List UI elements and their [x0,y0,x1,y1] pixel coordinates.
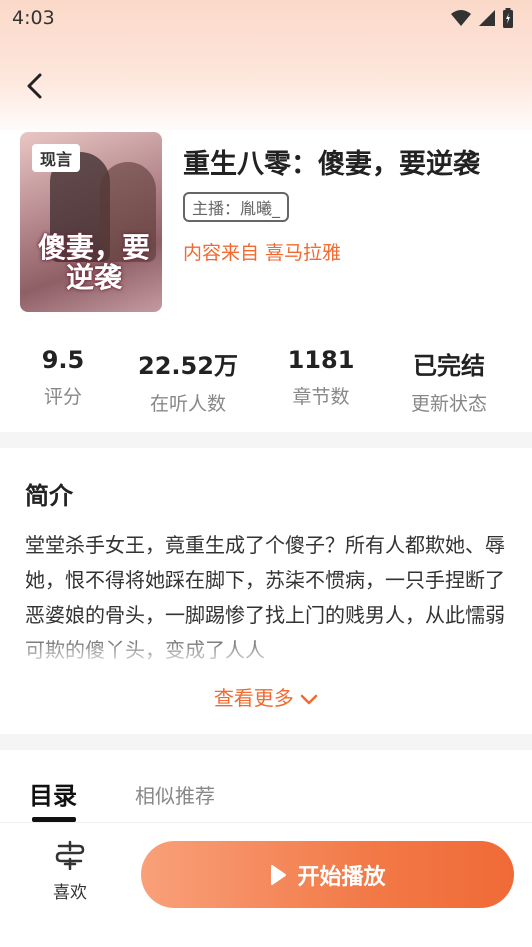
stat-label: 在听人数 [149,393,226,415]
tab-catalog[interactable]: 目录 [29,776,77,811]
stat-value: 22.52万 [138,352,238,380]
wifi-icon [451,10,471,26]
like-icon [55,840,85,871]
stat-rating: 9.5 评分 [36,346,90,409]
status-bar: 4:03 [0,0,532,36]
stat-value: 9.5 [41,346,85,374]
stat-listeners: 22.52万 在听人数 [136,346,240,416]
signal-icon [479,10,495,26]
chevron-down-icon [300,694,318,704]
intro-heading: 简介 [25,482,73,510]
status-icons [450,8,514,28]
chevron-left-icon [27,73,42,99]
start-play-label: 开始播放 [297,864,386,890]
like-button[interactable]: 喜欢 [40,840,100,910]
like-label: 喜欢 [53,883,87,903]
stat-value: 已完结 [413,352,485,380]
cover-title-art: 傻妻，要逆袭 [37,231,150,294]
narrator-label: 主播：胤曦_ [192,199,281,218]
back-button[interactable] [16,66,52,106]
view-more-label: 查看更多 [213,686,294,710]
stat-value: 1181 [287,346,355,374]
stat-label: 更新状态 [410,393,487,415]
view-more-button[interactable]: 查看更多 [0,682,532,711]
battery-icon [503,8,513,28]
content-source: 内容来自 喜马拉雅 [183,242,342,264]
stat-label: 章节数 [292,386,350,408]
stat-label: 评分 [43,386,82,408]
stat-update-status: 已完结 更新状态 [404,346,494,416]
book-title: 重生八零：傻妻，要逆袭 [183,149,480,180]
start-play-button[interactable]: 开始播放 [141,841,514,908]
status-time: 4:03 [12,7,55,29]
cover-genre-tag: 现言 [32,144,81,172]
book-cover[interactable]: 现言 傻妻，要逆袭 [20,132,162,312]
intro-fade-overlay [0,626,532,682]
play-icon [271,864,287,885]
tab-similar[interactable]: 相似推荐 [135,780,215,809]
stat-chapters: 1181 章节数 [281,346,361,409]
narrator-badge[interactable]: 主播：胤曦_ [183,192,290,222]
